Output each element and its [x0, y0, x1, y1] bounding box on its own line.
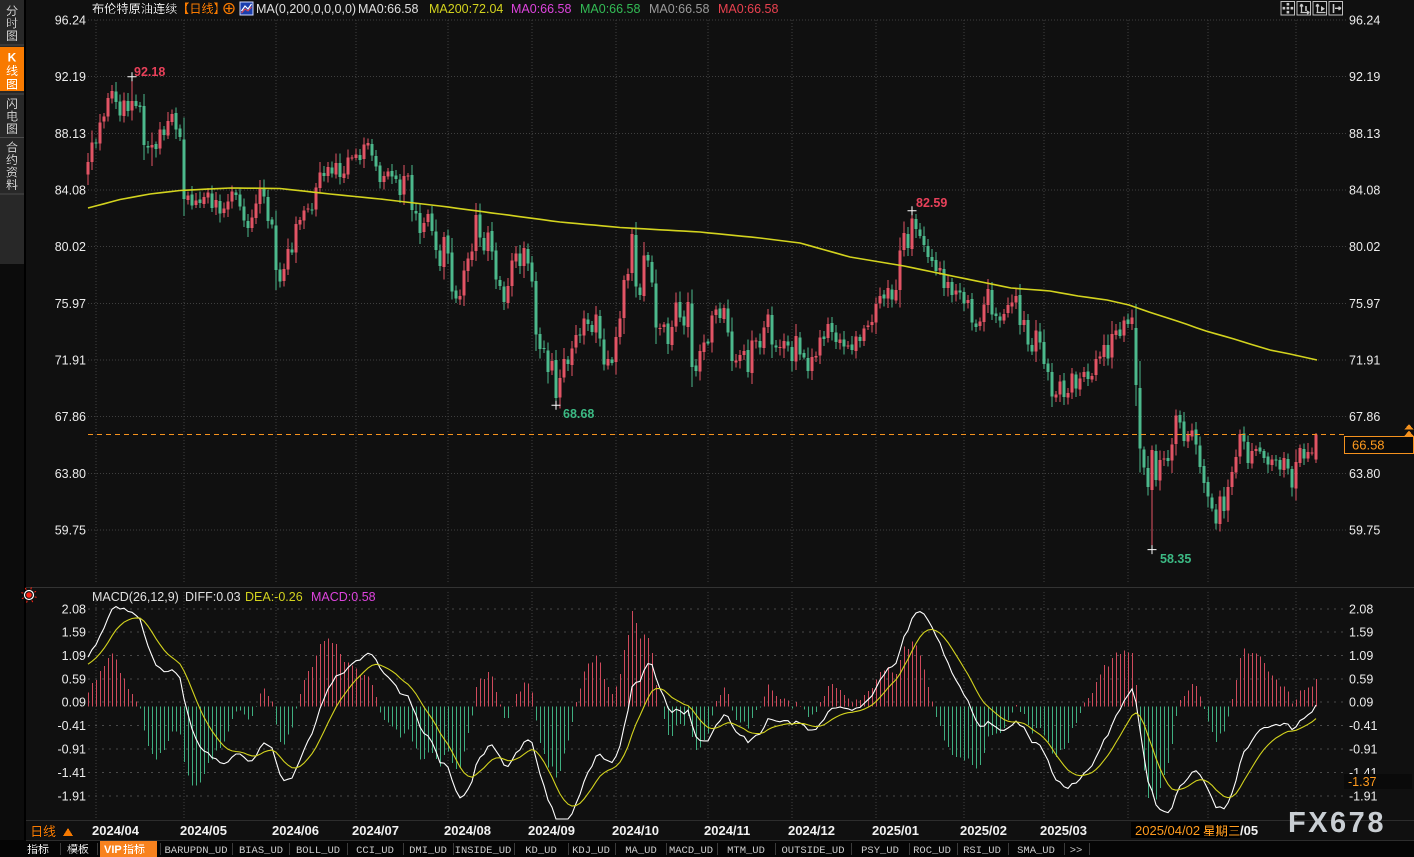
svg-text:MA0:66.58: MA0:66.58 [718, 2, 779, 16]
svg-text:MACD(26,12,9): MACD(26,12,9) [92, 590, 179, 604]
svg-text:67.86: 67.86 [55, 410, 86, 424]
svg-text:59.75: 59.75 [55, 524, 86, 538]
svg-text:DMI_UD: DMI_UD [409, 845, 447, 857]
svg-text:88.13: 88.13 [1349, 127, 1380, 141]
svg-text:MA200:72.04: MA200:72.04 [429, 2, 503, 16]
svg-text:2024/09: 2024/09 [528, 823, 575, 838]
svg-text:-0.41: -0.41 [1349, 719, 1378, 733]
svg-text:>>: >> [1070, 845, 1083, 857]
svg-text:-0.91: -0.91 [58, 743, 87, 757]
svg-text:MA0:66.58: MA0:66.58 [649, 2, 710, 16]
svg-text:BIAS_UD: BIAS_UD [239, 845, 283, 857]
svg-text:2024/06: 2024/06 [272, 823, 319, 838]
svg-text:RSI_UD: RSI_UD [963, 845, 1001, 857]
svg-text:-0.41: -0.41 [58, 719, 87, 733]
svg-text:OUTSIDE_UD: OUTSIDE_UD [781, 845, 844, 857]
svg-text:2024/08: 2024/08 [444, 823, 491, 838]
svg-text:82.59: 82.59 [916, 196, 947, 210]
svg-text:80.02: 80.02 [1349, 240, 1380, 254]
svg-text:MA0:66.58: MA0:66.58 [511, 2, 572, 16]
svg-text:66.58: 66.58 [1352, 438, 1385, 453]
svg-text:ROC_UD: ROC_UD [913, 845, 951, 857]
svg-text:75.97: 75.97 [55, 297, 86, 311]
svg-text:MA(0,200,0,0,0,0): MA(0,200,0,0,0,0) [256, 2, 356, 16]
svg-text:K: K [8, 51, 17, 65]
svg-text:2025/02: 2025/02 [960, 823, 1007, 838]
svg-text:KD_UD: KD_UD [525, 845, 557, 857]
svg-text:71.91: 71.91 [1349, 354, 1380, 368]
svg-text:68.68: 68.68 [563, 407, 594, 421]
svg-text:1.09: 1.09 [62, 649, 86, 663]
svg-text:0.59: 0.59 [62, 672, 86, 686]
svg-text:1.59: 1.59 [1349, 625, 1373, 639]
svg-text:84.08: 84.08 [1349, 184, 1380, 198]
svg-text:MACD_UD: MACD_UD [669, 845, 713, 857]
svg-text:MA0:66.58: MA0:66.58 [358, 2, 419, 16]
svg-text:2024/05: 2024/05 [180, 823, 227, 838]
svg-text:2024/10: 2024/10 [612, 823, 659, 838]
svg-text:-1.41: -1.41 [58, 766, 87, 780]
svg-text:-0.91: -0.91 [1349, 743, 1378, 757]
svg-text:71.91: 71.91 [55, 354, 86, 368]
svg-text:SMA_UD: SMA_UD [1017, 845, 1055, 857]
svg-text:96.24: 96.24 [1349, 14, 1380, 28]
svg-text:0.09: 0.09 [1349, 696, 1373, 710]
svg-text:MA_UD: MA_UD [625, 845, 657, 857]
svg-text:-1.91: -1.91 [1349, 789, 1378, 803]
svg-text:2024/07: 2024/07 [352, 823, 399, 838]
svg-text:2024/04: 2024/04 [92, 823, 140, 838]
svg-text:DEA:-0.26: DEA:-0.26 [245, 590, 303, 604]
svg-text:0.59: 0.59 [1349, 672, 1373, 686]
svg-text:58.35: 58.35 [1160, 552, 1191, 566]
svg-text:INSIDE_UD: INSIDE_UD [455, 845, 512, 857]
svg-text:92.19: 92.19 [1349, 70, 1380, 84]
svg-text:92.19: 92.19 [55, 70, 86, 84]
svg-text:2024/12: 2024/12 [788, 823, 835, 838]
svg-text:2.08: 2.08 [1349, 602, 1373, 616]
svg-text:1.59: 1.59 [62, 625, 86, 639]
svg-text:1.09: 1.09 [1349, 649, 1373, 663]
svg-text:2025/03: 2025/03 [1040, 823, 1087, 838]
svg-text:67.86: 67.86 [1349, 410, 1380, 424]
svg-text:-1.37: -1.37 [1348, 775, 1377, 789]
svg-text:FX678: FX678 [1288, 807, 1386, 839]
svg-text:VIP: VIP [104, 844, 122, 856]
svg-text:2.08: 2.08 [62, 602, 86, 616]
svg-text:BARUPDN_UD: BARUPDN_UD [164, 845, 227, 857]
svg-text:2025/04/02: 2025/04/02 [1135, 823, 1200, 838]
svg-text:0.09: 0.09 [62, 696, 86, 710]
svg-text:/05: /05 [1240, 823, 1258, 838]
svg-text:CCI_UD: CCI_UD [356, 845, 394, 857]
svg-text:KDJ_UD: KDJ_UD [572, 845, 610, 857]
svg-text:BOLL_UD: BOLL_UD [296, 845, 340, 857]
svg-text:63.80: 63.80 [1349, 467, 1380, 481]
svg-text:MA0:66.58: MA0:66.58 [580, 2, 641, 16]
svg-text:2025/01: 2025/01 [872, 823, 919, 838]
svg-text:DIFF:0.03: DIFF:0.03 [185, 590, 241, 604]
svg-text:96.24: 96.24 [55, 14, 86, 28]
svg-text:2024/11: 2024/11 [704, 823, 750, 838]
svg-text:63.80: 63.80 [55, 467, 86, 481]
svg-text:PSY_UD: PSY_UD [861, 845, 899, 857]
svg-text:MACD:0.58: MACD:0.58 [311, 590, 376, 604]
svg-text:-1.91: -1.91 [58, 789, 87, 803]
svg-text:84.08: 84.08 [55, 184, 86, 198]
svg-text:59.75: 59.75 [1349, 524, 1380, 538]
svg-text:88.13: 88.13 [55, 127, 86, 141]
svg-text:92.18: 92.18 [134, 65, 165, 79]
svg-text:75.97: 75.97 [1349, 297, 1380, 311]
svg-text:80.02: 80.02 [55, 240, 86, 254]
svg-text:MTM_UD: MTM_UD [727, 845, 765, 857]
